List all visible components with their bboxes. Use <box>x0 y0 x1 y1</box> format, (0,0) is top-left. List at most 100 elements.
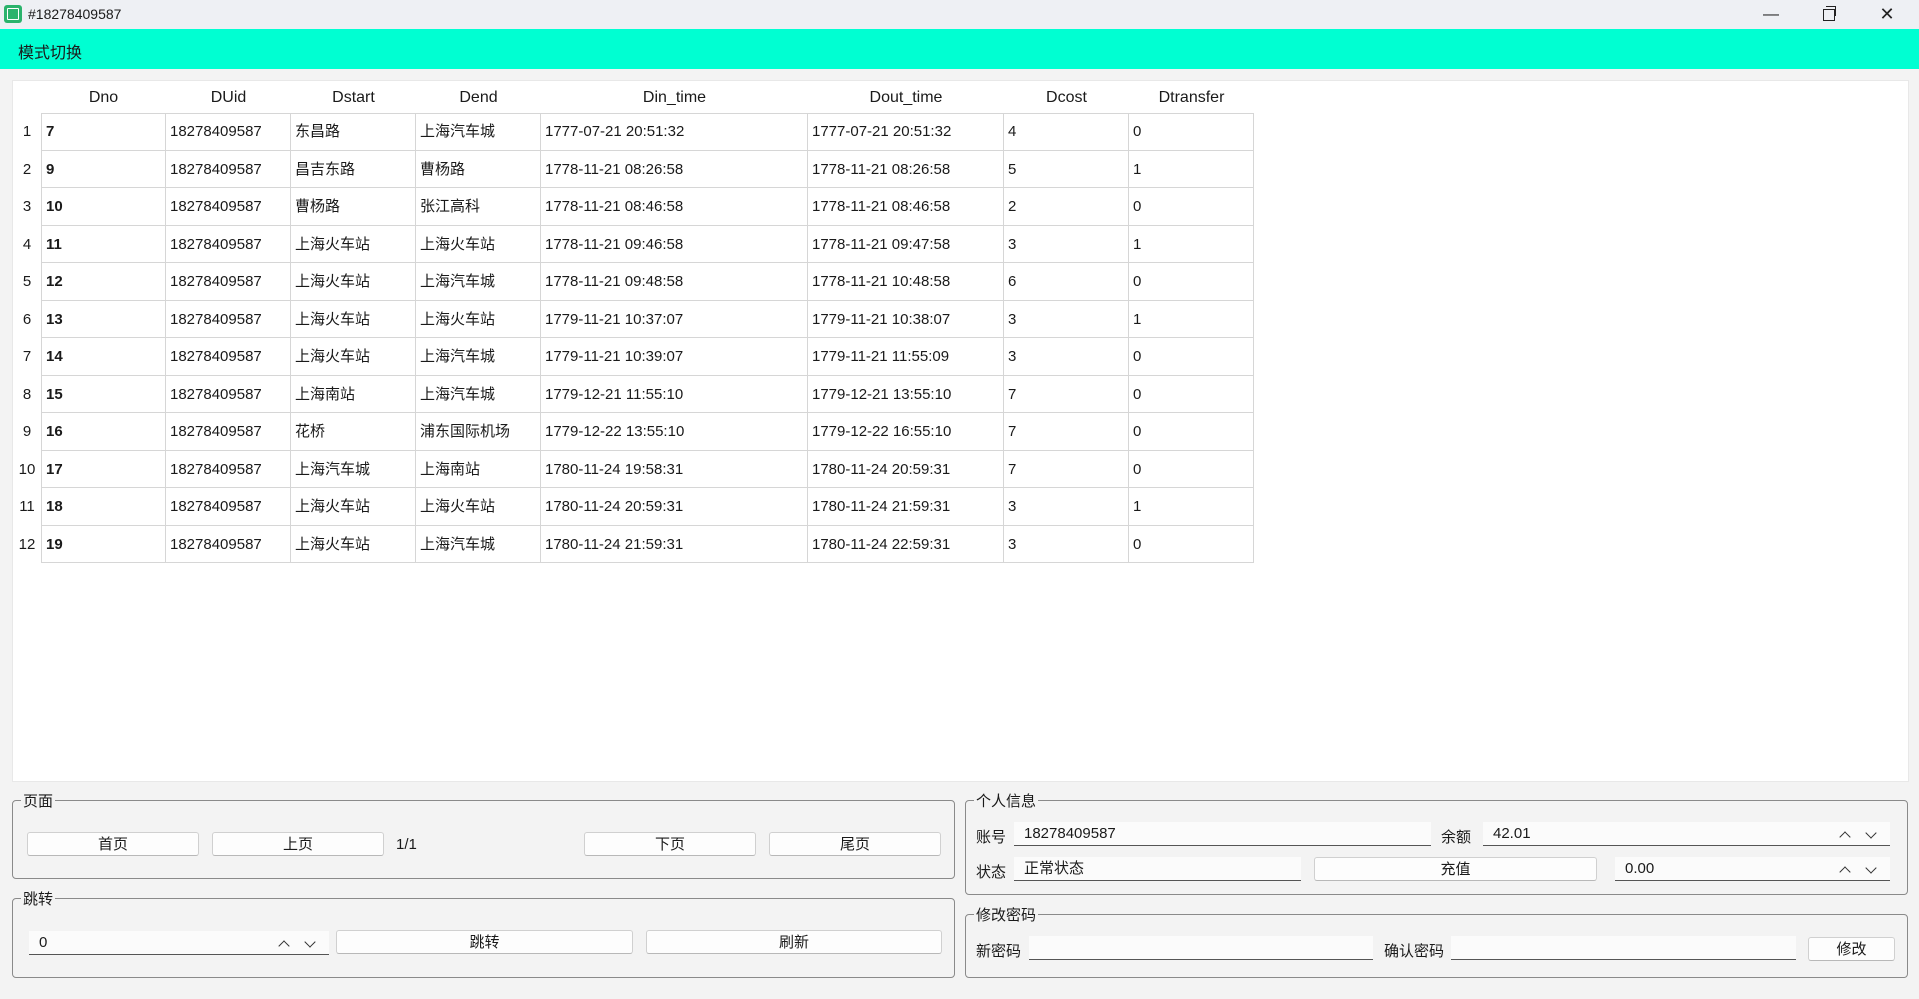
table-cell[interactable]: 1779-11-21 11:55:09 <box>808 338 1004 376</box>
table-cell[interactable]: 上海南站 <box>416 450 541 488</box>
table-cell[interactable]: 1779-12-21 13:55:10 <box>808 375 1004 413</box>
table-cell[interactable]: 18278409587 <box>166 113 291 151</box>
table-cell[interactable]: 18278409587 <box>166 338 291 376</box>
table-cell[interactable]: 1777-07-21 20:51:32 <box>808 113 1004 151</box>
table-cell[interactable]: 1780-11-24 21:59:31 <box>808 488 1004 526</box>
table-cell[interactable]: 曹杨路 <box>291 188 416 226</box>
decrement-icon[interactable] <box>304 936 316 948</box>
table-cell[interactable]: 11 <box>41 225 166 263</box>
row-header[interactable]: 1 <box>13 123 41 140</box>
recharge-amount-spinbox[interactable]: 0.00 <box>1615 857 1890 881</box>
confirm-password-input[interactable] <box>1451 936 1796 960</box>
table-cell[interactable]: 1778-11-21 08:46:58 <box>808 188 1004 226</box>
table-cell[interactable]: 19 <box>41 525 166 563</box>
account-field[interactable]: 18278409587 <box>1014 822 1431 846</box>
refresh-button[interactable]: 刷新 <box>646 930 942 954</box>
table-cell[interactable]: 1 <box>1129 488 1254 526</box>
row-header[interactable]: 8 <box>13 386 41 403</box>
menu-mode-switch[interactable]: 模式切换 <box>18 39 82 63</box>
table-cell[interactable]: 上海汽车城 <box>416 113 541 151</box>
table-cell[interactable]: 1780-11-24 22:59:31 <box>808 525 1004 563</box>
column-header[interactable]: Dcost <box>1004 83 1129 113</box>
table-cell[interactable]: 0 <box>1129 263 1254 301</box>
records-table[interactable]: Dno DUid Dstart Dend Din_time Dout_time Dcost D… <box>12 80 1909 782</box>
table-cell[interactable]: 6 <box>1004 263 1129 301</box>
table-cell[interactable]: 18278409587 <box>166 488 291 526</box>
table-cell[interactable]: 上海南站 <box>291 375 416 413</box>
table-cell[interactable]: 5 <box>1004 150 1129 188</box>
row-header[interactable]: 10 <box>13 461 41 478</box>
table-cell[interactable]: 3 <box>1004 525 1129 563</box>
table-cell[interactable]: 1778-11-21 08:46:58 <box>541 188 808 226</box>
table-cell[interactable]: 上海火车站 <box>416 300 541 338</box>
jump-page-spinbox[interactable]: 0 <box>29 931 329 955</box>
table-cell[interactable]: 1778-11-21 09:48:58 <box>541 263 808 301</box>
row-header[interactable]: 9 <box>13 423 41 440</box>
table-cell[interactable]: 1779-12-22 16:55:10 <box>808 413 1004 451</box>
table-cell[interactable]: 上海火车站 <box>291 488 416 526</box>
table-cell[interactable]: 东昌路 <box>291 113 416 151</box>
column-header[interactable]: Dout_time <box>808 83 1004 113</box>
jump-button[interactable]: 跳转 <box>336 930 633 954</box>
column-header[interactable]: Dtransfer <box>1129 83 1254 113</box>
increment-icon[interactable] <box>1839 866 1851 878</box>
table-cell[interactable]: 0 <box>1129 188 1254 226</box>
table-cell[interactable]: 1 <box>1129 225 1254 263</box>
table-cell[interactable]: 18 <box>41 488 166 526</box>
table-cell[interactable]: 1779-11-21 10:38:07 <box>808 300 1004 338</box>
table-cell[interactable]: 7 <box>1004 450 1129 488</box>
row-header[interactable]: 7 <box>13 348 41 365</box>
minimize-button[interactable]: — <box>1742 0 1800 29</box>
decrement-icon[interactable] <box>1865 862 1877 874</box>
table-cell[interactable]: 3 <box>1004 338 1129 376</box>
table-cell[interactable]: 10 <box>41 188 166 226</box>
table-cell[interactable]: 0 <box>1129 450 1254 488</box>
table-cell[interactable]: 花桥 <box>291 413 416 451</box>
table-cell[interactable]: 上海汽车城 <box>416 375 541 413</box>
table-cell[interactable]: 0 <box>1129 113 1254 151</box>
balance-spinbox[interactable]: 42.01 <box>1483 822 1890 846</box>
table-cell[interactable]: 1779-12-21 11:55:10 <box>541 375 808 413</box>
table-cell[interactable]: 1778-11-21 09:47:58 <box>808 225 1004 263</box>
table-cell[interactable]: 1778-11-21 09:46:58 <box>541 225 808 263</box>
table-cell[interactable]: 上海火车站 <box>291 225 416 263</box>
table-cell[interactable]: 曹杨路 <box>416 150 541 188</box>
table-cell[interactable]: 上海汽车城 <box>416 263 541 301</box>
row-header[interactable]: 12 <box>13 536 41 553</box>
table-cell[interactable]: 0 <box>1129 525 1254 563</box>
table-cell[interactable]: 1778-11-21 08:26:58 <box>808 150 1004 188</box>
maximize-button[interactable] <box>1800 0 1858 29</box>
table-cell[interactable]: 1 <box>1129 150 1254 188</box>
table-cell[interactable]: 4 <box>1004 113 1129 151</box>
table-cell[interactable]: 17 <box>41 450 166 488</box>
row-header[interactable]: 3 <box>13 198 41 215</box>
table-cell[interactable]: 7 <box>41 113 166 151</box>
recharge-button[interactable]: 充值 <box>1314 857 1597 881</box>
table-cell[interactable]: 昌吉东路 <box>291 150 416 188</box>
row-header[interactable]: 6 <box>13 311 41 328</box>
row-header[interactable]: 2 <box>13 161 41 178</box>
column-header[interactable]: Dend <box>416 83 541 113</box>
table-cell[interactable]: 1779-11-21 10:39:07 <box>541 338 808 376</box>
table-cell[interactable]: 上海火车站 <box>416 488 541 526</box>
table-cell[interactable]: 1778-11-21 08:26:58 <box>541 150 808 188</box>
prev-page-button[interactable]: 上页 <box>212 832 384 856</box>
table-cell[interactable]: 1780-11-24 21:59:31 <box>541 525 808 563</box>
table-cell[interactable]: 上海汽车城 <box>416 525 541 563</box>
table-cell[interactable]: 18278409587 <box>166 150 291 188</box>
table-cell[interactable]: 1780-11-24 20:59:31 <box>541 488 808 526</box>
table-cell[interactable]: 7 <box>1004 375 1129 413</box>
table-cell[interactable]: 上海汽车城 <box>416 338 541 376</box>
column-header[interactable]: Dno <box>41 83 166 113</box>
table-cell[interactable]: 上海火车站 <box>291 300 416 338</box>
table-cell[interactable]: 18278409587 <box>166 413 291 451</box>
table-cell[interactable]: 15 <box>41 375 166 413</box>
table-cell[interactable]: 上海火车站 <box>291 338 416 376</box>
table-cell[interactable]: 1778-11-21 10:48:58 <box>808 263 1004 301</box>
first-page-button[interactable]: 首页 <box>27 832 199 856</box>
table-cell[interactable]: 上海火车站 <box>291 263 416 301</box>
table-cell[interactable]: 12 <box>41 263 166 301</box>
table-cell[interactable]: 1777-07-21 20:51:32 <box>541 113 808 151</box>
table-cell[interactable]: 7 <box>1004 413 1129 451</box>
decrement-icon[interactable] <box>1865 827 1877 839</box>
